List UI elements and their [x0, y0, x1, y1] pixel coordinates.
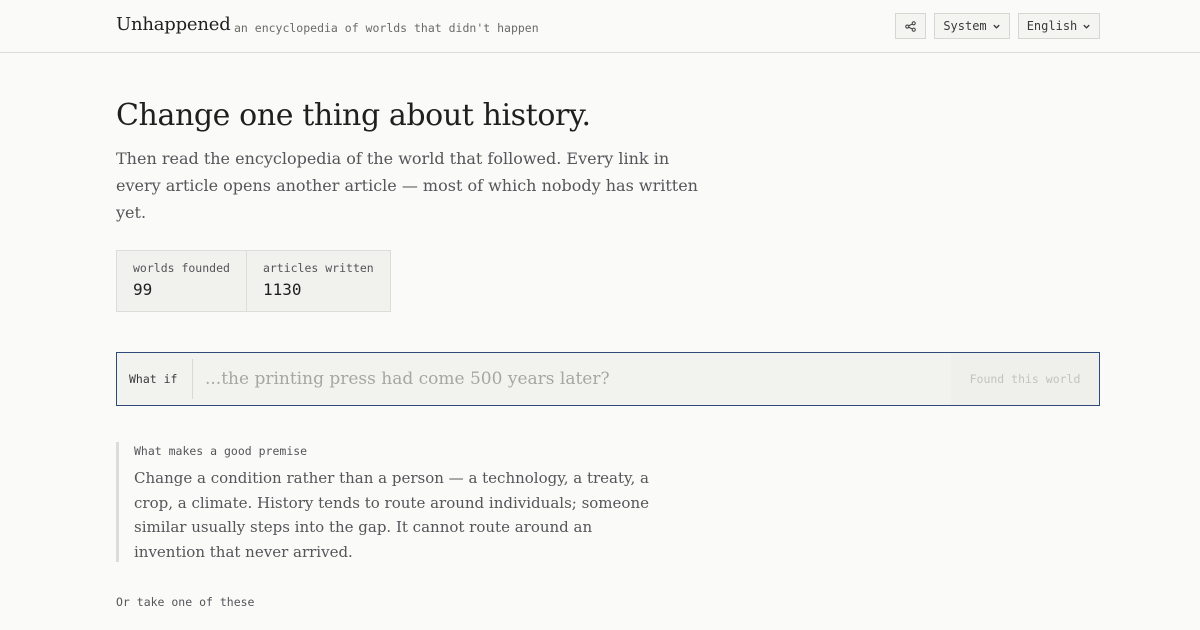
theme-select-label: System	[943, 19, 987, 33]
stat-value: 99	[133, 280, 153, 299]
stats-panel: worlds founded 99 articles written 1130	[116, 250, 391, 312]
theme-select[interactable]: System	[934, 13, 1010, 39]
brand-logo[interactable]: Unhappened	[116, 14, 231, 35]
tagline: an encyclopedia of worlds that didn't ha…	[234, 21, 539, 35]
found-world-button[interactable]: Found this world	[951, 353, 1099, 405]
page-title: Change one thing about history.	[116, 98, 591, 133]
premise-form: What if Found this world	[116, 352, 1100, 406]
share-icon	[905, 20, 916, 32]
language-select-label: English	[1026, 19, 1078, 33]
advice-body: Change a condition rather than a person …	[134, 469, 649, 561]
share-button[interactable]	[895, 13, 926, 39]
stat-articles-written: articles written 1130	[245, 251, 390, 311]
stat-label: worlds founded	[133, 261, 230, 275]
stat-worlds-founded: worlds founded 99	[117, 251, 246, 311]
page-subtitle: Then read the encyclopedia of the world …	[116, 149, 698, 222]
premise-advice: What makes a good premise Change a condi…	[116, 442, 676, 562]
stat-value: 1130	[262, 280, 302, 299]
chevron-down-icon	[992, 24, 1000, 29]
site-header: Unhappened an encyclopedia of worlds tha…	[0, 0, 1200, 53]
what-if-label: What if	[129, 372, 178, 386]
advice-heading: What makes a good premise	[134, 444, 308, 458]
language-select[interactable]: English	[1018, 13, 1100, 39]
premise-input[interactable]	[193, 353, 951, 405]
chevron-down-icon	[1083, 24, 1090, 29]
suggestions-heading: Or take one of these	[116, 595, 255, 609]
stat-label: articles written	[262, 261, 374, 275]
